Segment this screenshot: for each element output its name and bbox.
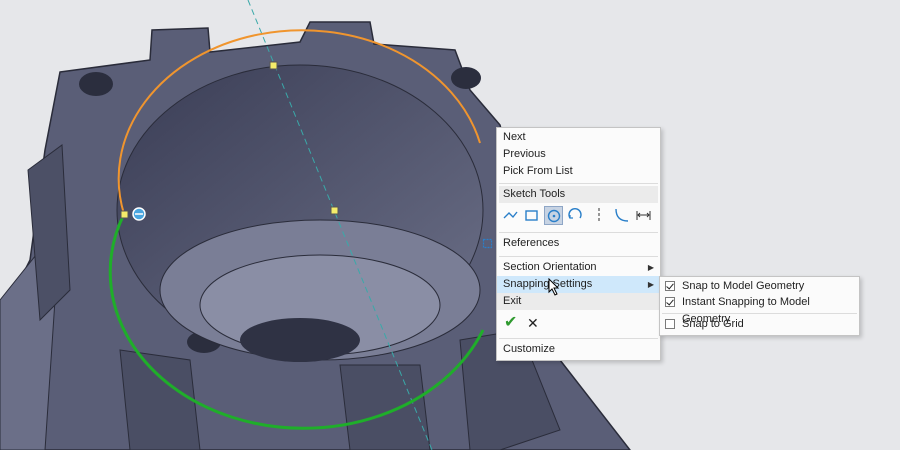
ok-cancel-row: ✔ ✕ (497, 312, 660, 334)
submenu-item-snap-model-geometry[interactable]: Snap to Model Geometry (660, 278, 859, 295)
menu-item-references[interactable]: References (482, 235, 660, 252)
checkmark-icon[interactable]: ✔ (504, 312, 517, 334)
bore-hole (240, 318, 360, 362)
lower-block (119, 349, 201, 450)
mounting-hole (79, 72, 113, 96)
submenu-item-instant-snapping[interactable]: Instant Snapping to Model Geometry (660, 294, 859, 325)
menu-separator (499, 338, 658, 339)
line-chain-icon[interactable] (501, 206, 520, 225)
arc-icon[interactable] (566, 206, 585, 225)
menu-item-label: References (503, 237, 560, 249)
mouse-pointer-icon (548, 278, 560, 296)
checkbox-checked[interactable] (665, 297, 675, 307)
submenu-item-snap-to-grid[interactable]: Snap to Grid (660, 316, 859, 333)
fillet-icon[interactable] (612, 206, 631, 225)
dimension-icon[interactable] (634, 206, 653, 225)
rectangle-icon[interactable] (522, 206, 541, 225)
menu-item-label: Section Orientation (503, 261, 597, 273)
menu-separator (499, 256, 658, 257)
checkbox-checked[interactable] (665, 281, 675, 291)
mounting-hole (451, 67, 481, 89)
snapping-submenu: Snap to Model Geometry Instant Snapping … (659, 276, 860, 336)
menu-item-previous[interactable]: Previous (497, 146, 660, 163)
menu-item-exit[interactable]: Exit (497, 293, 660, 310)
sketch-tools-header: Sketch Tools (499, 186, 658, 203)
lower-block (339, 364, 431, 450)
menu-item-label: Previous (503, 148, 546, 160)
menu-item-next[interactable]: Next (497, 129, 660, 146)
menu-item-label: Next (503, 131, 526, 143)
menu-item-section-orientation[interactable]: Section Orientation ▶ (497, 259, 660, 276)
menu-item-pick-from-list[interactable]: Pick From List (497, 163, 660, 180)
close-icon[interactable]: ✕ (527, 312, 539, 334)
model-viewport[interactable] (0, 0, 900, 450)
section-label: Sketch Tools (503, 188, 566, 200)
centerline-icon[interactable] (590, 206, 609, 225)
circle-icon[interactable] (544, 206, 563, 225)
menu-separator (499, 232, 658, 233)
checkbox-unchecked[interactable] (665, 319, 675, 329)
submenu-arrow-icon: ▶ (647, 280, 654, 289)
references-icon (482, 238, 493, 249)
menu-separator (499, 183, 658, 184)
sketch-point[interactable] (269, 61, 278, 70)
menu-item-snapping-settings[interactable]: Snapping Settings ▶ (497, 276, 660, 293)
submenu-item-label: Snap to Model Geometry (682, 280, 805, 292)
submenu-item-label: Snap to Grid (682, 318, 744, 330)
menu-item-label: Pick From List (503, 165, 573, 177)
menu-item-customize[interactable]: Customize (497, 341, 660, 358)
model-canvas[interactable] (0, 0, 900, 450)
menu-item-label: Customize (503, 343, 555, 355)
sketch-tools-bar (499, 203, 658, 229)
menu-item-label: Exit (503, 295, 522, 307)
sketch-point[interactable] (120, 210, 129, 219)
submenu-arrow-icon: ▶ (647, 263, 654, 272)
sketch-point[interactable] (330, 206, 339, 215)
menu-separator (662, 313, 857, 314)
context-menu: Next Previous Pick From List Sketch Tool… (482, 127, 661, 361)
